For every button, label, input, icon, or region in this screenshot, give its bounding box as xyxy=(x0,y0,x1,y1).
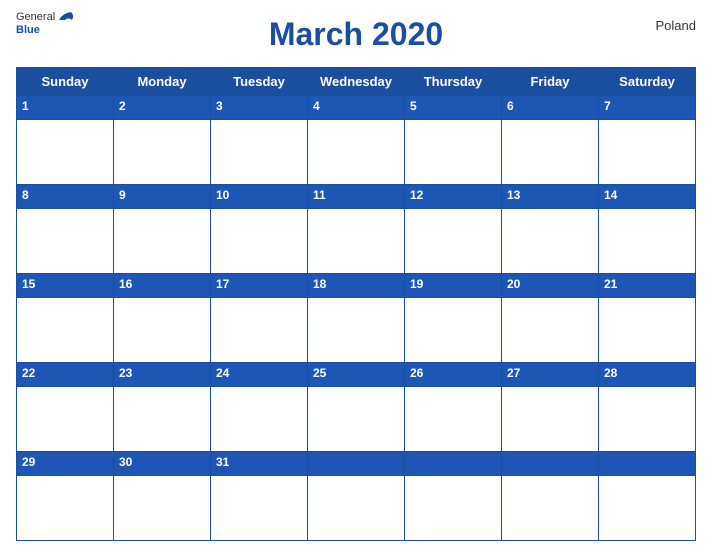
week-2-day-5-num: 12 xyxy=(405,185,502,209)
header-saturday: Saturday xyxy=(599,68,696,96)
week-1-day-3-num: 3 xyxy=(211,96,308,120)
week-4-day-7-num: 28 xyxy=(599,363,696,387)
week-5-day-7-content xyxy=(599,476,696,541)
week-3-day-1-content xyxy=(17,298,114,363)
week-1-num-row: 1234567 xyxy=(17,96,696,120)
week-5-day-3-num: 31 xyxy=(211,452,308,476)
week-1-day-6-content xyxy=(502,120,599,185)
calendar-container: General Blue March 2020 Poland Sunday Mo… xyxy=(0,0,712,557)
week-2-day-6-content xyxy=(502,209,599,274)
week-5-day-1-content xyxy=(17,476,114,541)
logo-area: General Blue xyxy=(16,10,75,36)
calendar-title: March 2020 xyxy=(269,10,443,63)
week-2-day-1-content xyxy=(17,209,114,274)
week-1-day-7-content xyxy=(599,120,696,185)
week-2-day-1-num: 8 xyxy=(17,185,114,209)
week-5-day-2-num: 30 xyxy=(114,452,211,476)
week-4-day-1-content xyxy=(17,387,114,452)
week-1-day-6-num: 6 xyxy=(502,96,599,120)
header-monday: Monday xyxy=(114,68,211,96)
week-5-day-6-num xyxy=(502,452,599,476)
week-3-content-row xyxy=(17,298,696,363)
week-4-day-4-content xyxy=(308,387,405,452)
calendar-header: General Blue March 2020 Poland xyxy=(16,10,696,63)
week-4-day-5-num: 26 xyxy=(405,363,502,387)
week-3-day-5-num: 19 xyxy=(405,274,502,298)
week-1-day-1-num: 1 xyxy=(17,96,114,120)
week-5-day-4-num xyxy=(308,452,405,476)
calendar-table: Sunday Monday Tuesday Wednesday Thursday… xyxy=(16,67,696,541)
week-3-day-6-num: 20 xyxy=(502,274,599,298)
week-2-day-4-content xyxy=(308,209,405,274)
week-2-num-row: 891011121314 xyxy=(17,185,696,209)
week-2-content-row xyxy=(17,209,696,274)
week-4-day-4-num: 25 xyxy=(308,363,405,387)
week-5-day-5-content xyxy=(405,476,502,541)
week-4-day-7-content xyxy=(599,387,696,452)
week-2-day-3-num: 10 xyxy=(211,185,308,209)
week-5-day-4-content xyxy=(308,476,405,541)
week-4-num-row: 22232425262728 xyxy=(17,363,696,387)
week-5-day-3-content xyxy=(211,476,308,541)
week-3-day-2-num: 16 xyxy=(114,274,211,298)
country-label: Poland xyxy=(656,18,696,33)
week-5-day-1-num: 29 xyxy=(17,452,114,476)
header-thursday: Thursday xyxy=(405,68,502,96)
header-sunday: Sunday xyxy=(17,68,114,96)
week-5-day-7-num xyxy=(599,452,696,476)
week-2-day-2-num: 9 xyxy=(114,185,211,209)
week-3-day-1-num: 15 xyxy=(17,274,114,298)
week-3-num-row: 15161718192021 xyxy=(17,274,696,298)
week-2-day-2-content xyxy=(114,209,211,274)
logo-general-text: General xyxy=(16,11,55,23)
week-1-day-2-content xyxy=(114,120,211,185)
week-3-day-7-content xyxy=(599,298,696,363)
logo-blue-text: Blue xyxy=(16,24,40,36)
week-4-day-1-num: 22 xyxy=(17,363,114,387)
week-5-day-6-content xyxy=(502,476,599,541)
week-1-day-1-content xyxy=(17,120,114,185)
header-tuesday: Tuesday xyxy=(211,68,308,96)
week-1-day-4-content xyxy=(308,120,405,185)
week-1-day-2-num: 2 xyxy=(114,96,211,120)
logo-bird-icon xyxy=(57,10,75,24)
week-3-day-2-content xyxy=(114,298,211,363)
week-3-day-4-content xyxy=(308,298,405,363)
week-1-day-5-content xyxy=(405,120,502,185)
week-4-content-row xyxy=(17,387,696,452)
week-4-day-5-content xyxy=(405,387,502,452)
week-4-day-6-num: 27 xyxy=(502,363,599,387)
weekday-header-row: Sunday Monday Tuesday Wednesday Thursday… xyxy=(17,68,696,96)
week-1-content-row xyxy=(17,120,696,185)
week-5-content-row xyxy=(17,476,696,541)
week-4-day-3-num: 24 xyxy=(211,363,308,387)
week-2-day-7-num: 14 xyxy=(599,185,696,209)
week-3-day-5-content xyxy=(405,298,502,363)
week-1-day-4-num: 4 xyxy=(308,96,405,120)
logo-text: General xyxy=(16,10,75,24)
week-2-day-4-num: 11 xyxy=(308,185,405,209)
week-3-day-3-content xyxy=(211,298,308,363)
week-2-day-5-content xyxy=(405,209,502,274)
week-1-day-5-num: 5 xyxy=(405,96,502,120)
week-2-day-3-content xyxy=(211,209,308,274)
week-5-day-5-num xyxy=(405,452,502,476)
week-3-day-6-content xyxy=(502,298,599,363)
week-2-day-6-num: 13 xyxy=(502,185,599,209)
week-1-day-7-num: 7 xyxy=(599,96,696,120)
week-5-num-row: 293031 xyxy=(17,452,696,476)
week-3-day-4-num: 18 xyxy=(308,274,405,298)
week-5-day-2-content xyxy=(114,476,211,541)
week-2-day-7-content xyxy=(599,209,696,274)
week-4-day-6-content xyxy=(502,387,599,452)
week-1-day-3-content xyxy=(211,120,308,185)
week-4-day-3-content xyxy=(211,387,308,452)
week-4-day-2-num: 23 xyxy=(114,363,211,387)
week-4-day-2-content xyxy=(114,387,211,452)
week-3-day-3-num: 17 xyxy=(211,274,308,298)
week-3-day-7-num: 21 xyxy=(599,274,696,298)
header-friday: Friday xyxy=(502,68,599,96)
header-wednesday: Wednesday xyxy=(308,68,405,96)
